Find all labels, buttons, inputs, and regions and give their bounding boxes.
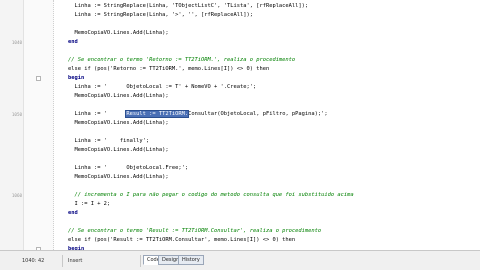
code-token: MemoCopiaVO.Lines.Add(Linha); <box>55 147 169 153</box>
code-line[interactable]: MemoCopiaVO.Lines.Add(Linha); <box>55 146 169 155</box>
code-token: end <box>55 39 78 45</box>
code-line[interactable]: // incrementa o I para não pegar o codig… <box>55 191 354 200</box>
code-line[interactable]: // Se encontrar o termo 'Result := TT2Ti… <box>55 227 321 236</box>
code-token: Linha := ' ObjetoLocal.Free;'; <box>55 165 189 171</box>
line-number: 1060 <box>11 193 22 198</box>
code-line[interactable]: Linha := ' finally'; <box>55 137 149 146</box>
code-line[interactable]: MemoCopiaVO.Lines.Add(Linha); <box>55 92 169 101</box>
code-line[interactable]: else if (pos('Result := TT2TiORM.Consult… <box>55 236 295 245</box>
code-token: Linha := ' ObjetoLocal := T' + NomeVO + … <box>55 84 257 90</box>
code-token: Linha := StringReplace(Linha, 'TObjectLi… <box>55 3 309 9</box>
line-number: 1040 <box>11 40 22 45</box>
code-token: end <box>55 210 78 216</box>
code-line[interactable]: // Se encontrar o termo 'Retorno := TT2T… <box>55 56 295 65</box>
code-line[interactable]: MemoCopiaVO.Lines.Add(Linha); <box>55 119 169 128</box>
code-token: Linha := ' finally'; <box>55 138 150 144</box>
code-token: MemoCopiaVO.Lines.Add(Linha); <box>55 174 169 180</box>
code-line[interactable]: I := I + 2; <box>55 200 110 209</box>
tab-history[interactable]: History <box>178 255 204 265</box>
code-line[interactable]: MemoCopiaVO.Lines.Add(Linha); <box>55 173 169 182</box>
code-token: MemoCopiaVO.Lines.Add(Linha); <box>55 93 169 99</box>
code-editor[interactable]: 1040 1050 1060 Linha := StringReplace(Linh… <box>0 0 480 250</box>
code-line[interactable]: Linha := ' ObjetoLocal.Free;'; <box>55 164 188 173</box>
selected-text: Result := TT2TiORM. <box>125 110 190 118</box>
code-token: Linha := ' <box>55 111 127 117</box>
code-token: Consultar(ObjetoLocal, pFiltro, pPagina)… <box>188 111 328 117</box>
code-line[interactable]: Linha := StringReplace(Linha, 'TObjectLi… <box>55 2 308 11</box>
status-divider <box>140 255 141 267</box>
code-comment: // Se encontrar o termo 'Result := TT2Ti… <box>55 228 322 234</box>
code-comment: // incrementa o I para não pegar o codig… <box>55 192 354 198</box>
cursor-position: 1040: 42 <box>22 258 45 264</box>
insert-mode-indicator: Insert <box>68 258 83 264</box>
status-divider <box>62 255 63 267</box>
code-token: begin <box>55 75 85 81</box>
code-line[interactable]: end <box>55 209 78 218</box>
code-line[interactable]: end <box>55 38 78 47</box>
code-line[interactable]: else if (pos('Retorno := TT2TiORM.', mem… <box>55 65 269 74</box>
code-token: I := I + 2; <box>55 201 111 207</box>
status-bar: 1040: 42 Insert Code Design History <box>0 250 480 270</box>
fold-toggle-icon[interactable] <box>36 76 41 81</box>
code-line[interactable]: Linha := ' Result := TT2TiORM.Consultar(… <box>55 110 328 119</box>
fold-marker-bar <box>24 0 54 250</box>
code-token: else if (pos('Retorno := TT2TiORM.', mem… <box>55 66 270 72</box>
line-number: 1050 <box>11 112 22 117</box>
code-token: MemoCopiaVO.Lines.Add(Linha); <box>55 30 169 36</box>
code-line[interactable]: begin <box>55 74 84 83</box>
code-line[interactable]: Linha := StringReplace(Linha, '>', '', [… <box>55 11 253 20</box>
code-line[interactable]: Linha := ' ObjetoLocal := T' + NomeVO + … <box>55 83 256 92</box>
code-comment: // Se encontrar o termo 'Retorno := TT2T… <box>55 57 296 63</box>
code-line[interactable]: MemoCopiaVO.Lines.Add(Linha); <box>55 29 169 38</box>
line-number-gutter: 1040 1050 1060 <box>0 0 24 250</box>
code-token: Linha := StringReplace(Linha, '>', '', [… <box>55 12 253 18</box>
code-token: else if (pos('Result := TT2TiORM.Consult… <box>55 237 296 243</box>
code-token: MemoCopiaVO.Lines.Add(Linha); <box>55 120 169 126</box>
